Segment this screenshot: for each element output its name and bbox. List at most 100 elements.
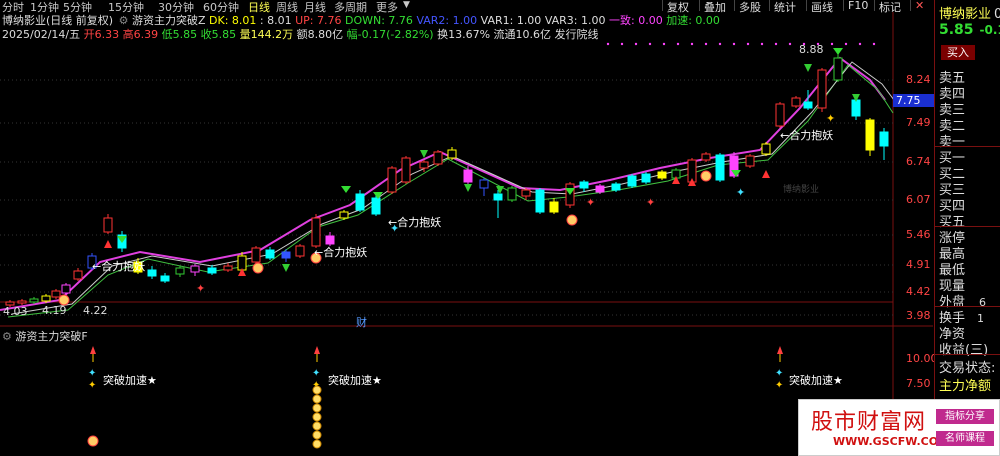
overlay-button[interactable]: 叠加 bbox=[699, 0, 730, 14]
tag-indicator-share[interactable]: 指标分享 bbox=[936, 409, 994, 424]
candle-body bbox=[865, 119, 875, 151]
candle-body bbox=[775, 103, 785, 127]
candle-body bbox=[207, 267, 217, 274]
price-tick: 5.46 bbox=[906, 228, 931, 241]
candle-body bbox=[73, 270, 83, 280]
candle-body bbox=[817, 69, 827, 109]
top-dot bbox=[858, 42, 862, 46]
close-icon[interactable]: ✕ bbox=[910, 0, 928, 12]
candle-body bbox=[51, 290, 61, 298]
top-dot bbox=[844, 42, 848, 46]
stock-name: 博纳影业0 bbox=[939, 7, 1000, 22]
finance-marker[interactable]: 财 bbox=[356, 314, 367, 330]
candle-body bbox=[419, 161, 429, 169]
lower-up-arrow-icon bbox=[90, 346, 96, 354]
price-tick: 7.49 bbox=[906, 116, 931, 129]
top-dot bbox=[872, 42, 876, 46]
breakout-signal: 突破加速★ bbox=[328, 374, 382, 387]
low-price-label-2: 4.19 bbox=[42, 304, 67, 317]
candle-body bbox=[535, 189, 545, 213]
candle-body bbox=[879, 131, 889, 147]
candle-body bbox=[715, 154, 725, 181]
top-dot bbox=[606, 42, 610, 46]
top-dot bbox=[620, 42, 624, 46]
buy-button[interactable]: 买入 bbox=[941, 45, 975, 60]
lower-axis-tick: 10.00 bbox=[906, 352, 938, 365]
candle-body bbox=[479, 179, 489, 189]
coin-stack-icon bbox=[312, 403, 322, 413]
candle-body bbox=[463, 169, 473, 183]
price-tick: 6.07 bbox=[906, 193, 931, 206]
candle-body bbox=[611, 183, 621, 191]
gear-icon[interactable]: ⚙ bbox=[2, 330, 12, 343]
quote-panel: 博纳影业0 5.85-0.1 买入 卖五 卖四 卖三 卖二 卖一 买一 买二 买… bbox=[934, 0, 1000, 456]
coin-icon bbox=[700, 170, 712, 182]
chevron-down-icon[interactable]: ▼ bbox=[403, 0, 410, 10]
butterfly-icon: ✦ bbox=[736, 186, 745, 199]
candle-body bbox=[251, 247, 261, 263]
top-dot bbox=[634, 42, 638, 46]
candle-body bbox=[851, 99, 861, 117]
butterfly-icon: ✦ bbox=[826, 112, 835, 125]
coin-stack-icon bbox=[312, 430, 322, 440]
top-dot bbox=[746, 42, 750, 46]
tag-teacher-course[interactable]: 名师课程 bbox=[936, 431, 994, 446]
candle-body bbox=[311, 217, 321, 247]
lower-indicator-title[interactable]: ⚙ 游资主力突破F bbox=[2, 328, 88, 344]
coin-stack-icon bbox=[312, 412, 322, 422]
top-dot bbox=[704, 42, 708, 46]
candle-body bbox=[791, 97, 801, 107]
candle-body bbox=[371, 197, 381, 215]
watermark-site-name: 股市财富网 bbox=[811, 410, 927, 435]
price-tick: 3.98 bbox=[906, 309, 931, 322]
top-dot bbox=[774, 42, 778, 46]
candle-body bbox=[701, 153, 711, 161]
multi-stock-button[interactable]: 多股 bbox=[734, 0, 765, 14]
breakout-signal: 突破加速★ bbox=[789, 374, 843, 387]
kline-chart[interactable]: ✦✦✦ ✦✦✦✦✦✦✦✦✦ bbox=[0, 12, 933, 456]
f10-button[interactable]: F10 bbox=[843, 0, 872, 12]
lower-up-arrow-icon bbox=[314, 346, 320, 354]
current-price: 5.85-0.1 bbox=[939, 22, 1000, 38]
price-tick: 4.42 bbox=[906, 285, 931, 298]
current-price-tag: 7.75 bbox=[893, 94, 934, 107]
candle-body bbox=[549, 201, 559, 213]
top-dot bbox=[732, 42, 736, 46]
mark-button[interactable]: 标记 bbox=[874, 0, 905, 14]
top-dot bbox=[718, 42, 722, 46]
candle-body bbox=[17, 300, 27, 304]
sell-arrow-icon bbox=[804, 64, 812, 72]
top-dot bbox=[662, 42, 666, 46]
candle-body bbox=[265, 249, 275, 259]
buy-arrow-icon bbox=[104, 240, 112, 248]
main-flow-label: 主力净额 bbox=[939, 379, 992, 394]
sell-arrow-icon bbox=[464, 184, 472, 192]
butterfly-icon: ✦ bbox=[88, 368, 96, 379]
coin-stack-icon bbox=[312, 421, 322, 431]
site-watermark: 股市财富网 WWW.GSCFW.COM 指标分享 名师课程 bbox=[798, 399, 1000, 456]
butterfly-icon: ✦ bbox=[196, 282, 205, 295]
adjust-button[interactable]: 复权 bbox=[662, 0, 693, 14]
candle-body bbox=[281, 251, 291, 259]
candle-body bbox=[833, 57, 843, 81]
candle-body bbox=[521, 189, 531, 197]
candle-body bbox=[387, 167, 397, 193]
statistics-button[interactable]: 统计 bbox=[769, 0, 800, 14]
candle-body bbox=[627, 175, 637, 187]
candle-body bbox=[175, 267, 185, 275]
coin-icon bbox=[566, 214, 578, 226]
candle-body bbox=[325, 235, 335, 245]
coin-stack-icon bbox=[312, 385, 322, 395]
breakout-signal: 突破加速★ bbox=[103, 374, 157, 387]
pattern-annotation: ←合力抱妖 bbox=[314, 246, 368, 259]
candle-body bbox=[29, 298, 39, 303]
draw-line-button[interactable]: 画线 bbox=[806, 0, 837, 14]
candle-body bbox=[595, 185, 605, 193]
candle-body bbox=[295, 245, 305, 257]
earnings-label: 收益(三) bbox=[939, 343, 989, 358]
signal-triangle-icon bbox=[833, 48, 843, 55]
candle-body bbox=[61, 284, 71, 294]
candle-body bbox=[745, 155, 755, 167]
candle-body bbox=[507, 187, 517, 201]
top-dot bbox=[788, 42, 792, 46]
